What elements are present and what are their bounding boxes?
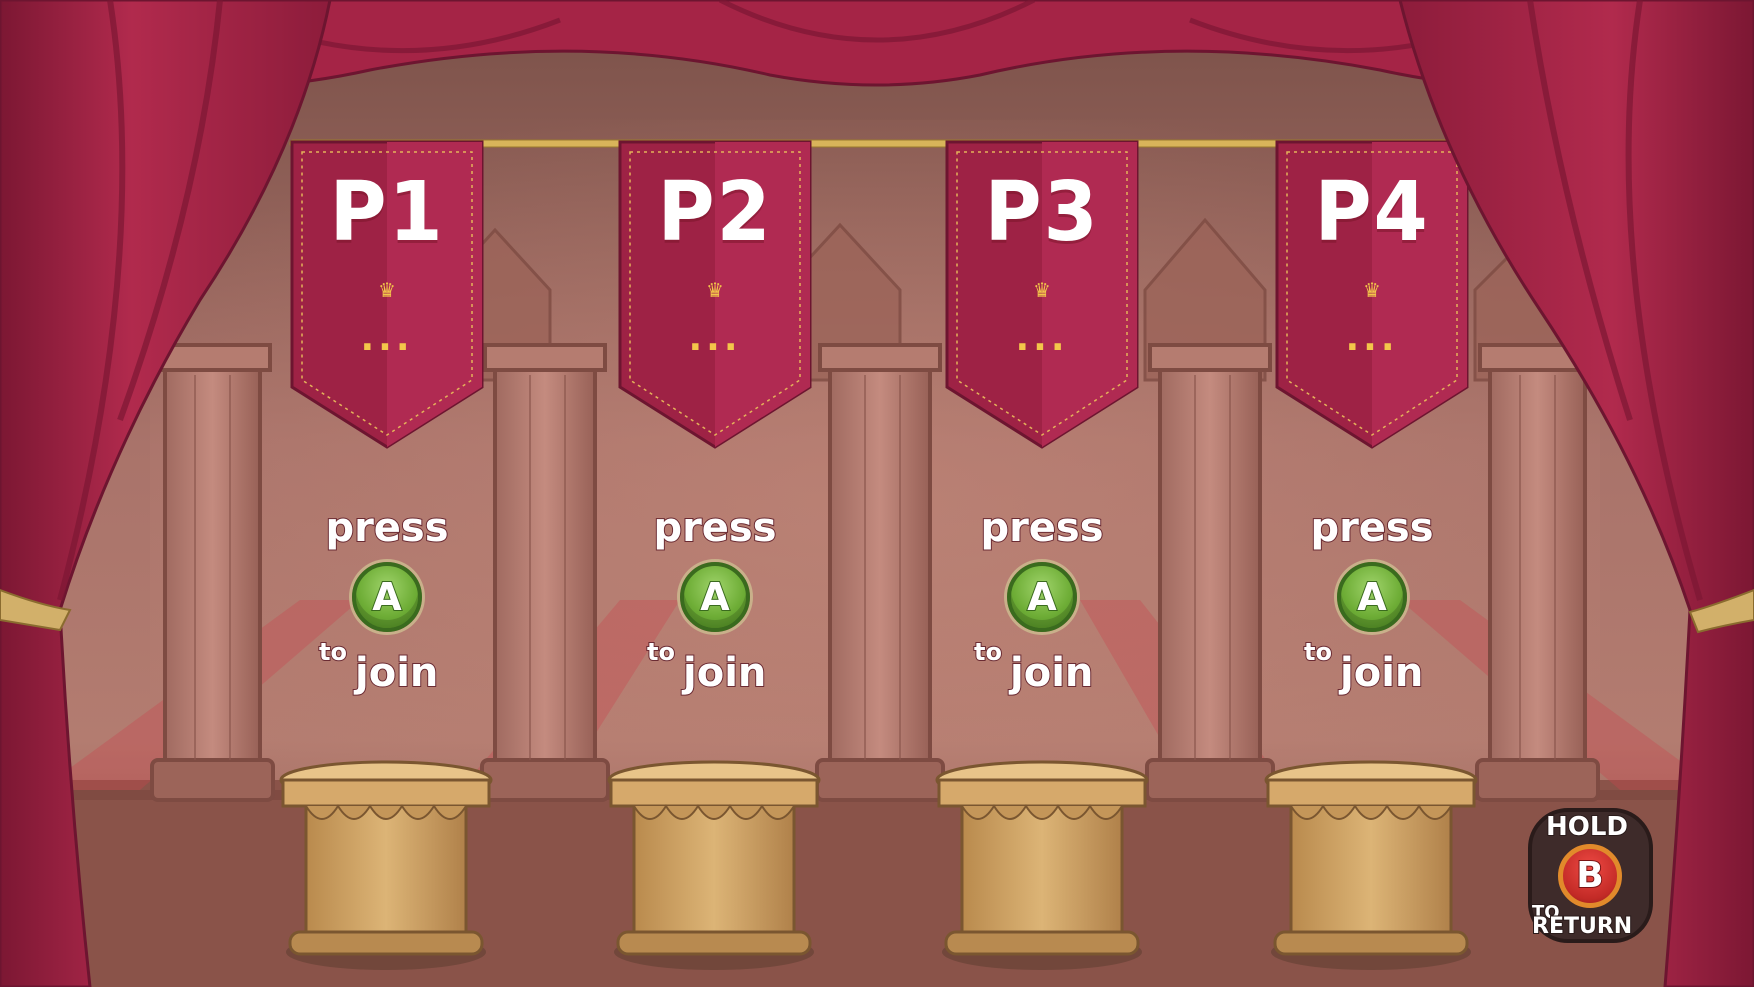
player-name-placeholder: ...: [688, 318, 742, 359]
player-banner-label: P3: [984, 165, 1100, 260]
player-name-placeholder: ...: [1345, 318, 1399, 359]
a-button-label: A: [1026, 574, 1057, 620]
hold-b-to-return-button[interactable]: HOLD B TO RETURN: [1528, 808, 1653, 943]
player-slot-2[interactable]: P2 ♛ ... press A to join: [605, 0, 825, 987]
join-text: join: [682, 649, 767, 697]
player-name-placeholder: ...: [1015, 318, 1069, 359]
a-button-label: A: [371, 574, 402, 620]
join-text: join: [354, 649, 439, 697]
player-select-stage: P1 ♛ ... press A to join P2 ♛ ... press …: [0, 0, 1754, 987]
player-slot-3[interactable]: P3 ♛ ... press A to join: [932, 0, 1152, 987]
crown-icon: ♛: [1363, 278, 1381, 302]
stage-background: [0, 0, 1754, 987]
crown-icon: ♛: [1033, 278, 1051, 302]
press-text: press: [1309, 504, 1434, 552]
to-text: to: [646, 637, 676, 667]
a-button-label: A: [699, 574, 730, 620]
press-text: press: [324, 504, 449, 552]
to-text: to: [973, 637, 1003, 667]
hold-text: HOLD: [1545, 811, 1629, 843]
to-text: to: [1303, 637, 1333, 667]
a-button-icon[interactable]: A: [680, 562, 750, 632]
join-text: join: [1009, 649, 1094, 697]
return-text: RETURN: [1531, 913, 1633, 940]
to-text: to: [318, 637, 348, 667]
press-text: press: [979, 504, 1104, 552]
player-banner-label: P1: [329, 165, 445, 260]
a-button-icon[interactable]: A: [1007, 562, 1077, 632]
a-button-icon[interactable]: A: [352, 562, 422, 632]
b-button-label: B: [1575, 854, 1604, 897]
a-button-label: A: [1356, 574, 1387, 620]
join-text: join: [1339, 649, 1424, 697]
player-banner-label: P2: [657, 165, 773, 260]
player-name-placeholder: ...: [360, 318, 414, 359]
a-button-icon[interactable]: A: [1337, 562, 1407, 632]
crown-icon: ♛: [378, 278, 396, 302]
crown-icon: ♛: [706, 278, 724, 302]
player-slot-1[interactable]: P1 ♛ ... press A to join: [277, 0, 497, 987]
player-banner-label: P4: [1314, 165, 1430, 260]
player-slot-4[interactable]: P4 ♛ ... press A to join: [1262, 0, 1482, 987]
b-button-icon[interactable]: B: [1558, 844, 1622, 908]
press-text: press: [652, 504, 777, 552]
